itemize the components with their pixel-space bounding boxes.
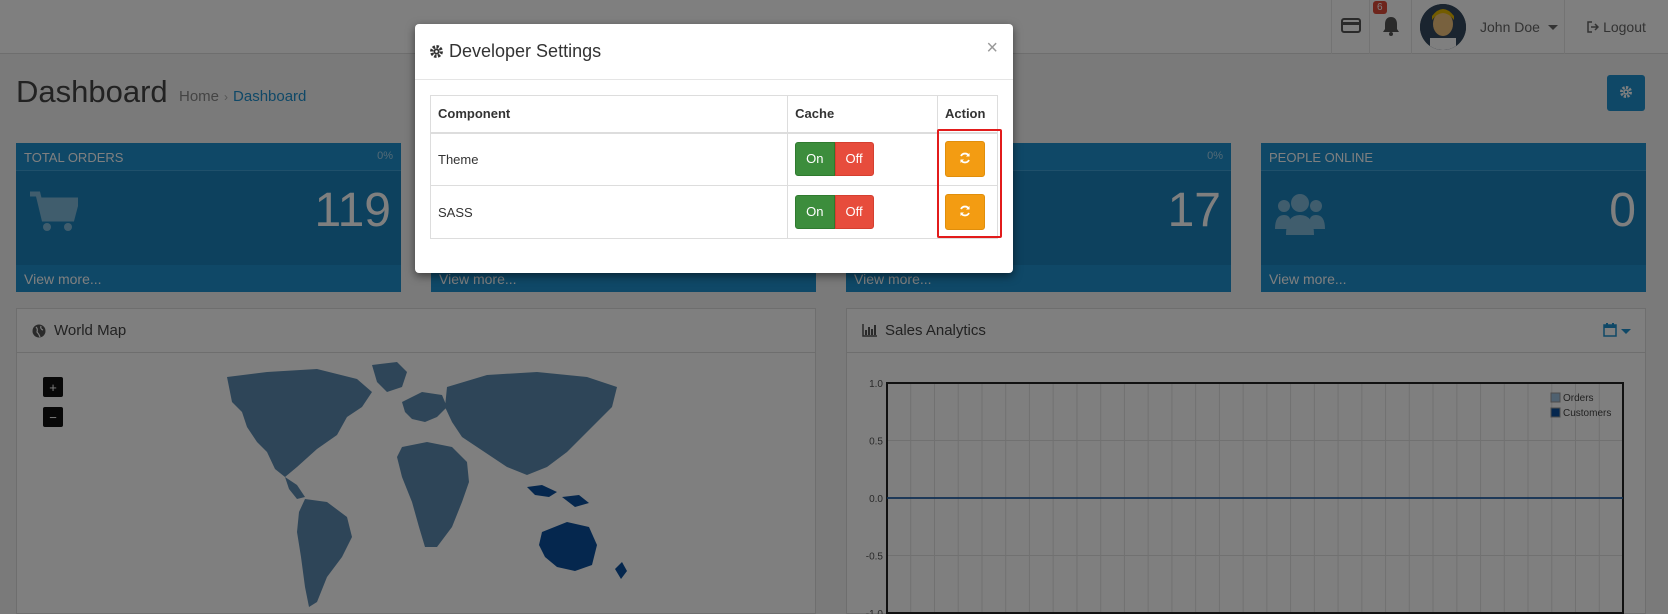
- cache-table: Component Cache Action Theme On Off SASS…: [429, 95, 998, 239]
- cache-toggle: On Off: [795, 195, 874, 229]
- component-name: SASS: [429, 185, 789, 239]
- component-name: Theme: [429, 132, 789, 186]
- cache-off-button[interactable]: Off: [834, 142, 874, 177]
- column-header-component: Component: [429, 95, 789, 134]
- table-row: Theme On Off: [429, 132, 998, 186]
- column-header-action: Action: [937, 95, 998, 134]
- action-highlight-box: [937, 129, 1002, 238]
- modal-title: Developer Settings: [449, 41, 602, 61]
- cache-off-button[interactable]: Off: [834, 195, 874, 229]
- column-header-cache: Cache: [787, 95, 938, 134]
- cache-on-button[interactable]: On: [795, 142, 835, 177]
- cache-on-button[interactable]: On: [795, 195, 835, 229]
- table-row: SASS On Off: [429, 185, 998, 239]
- developer-settings-modal: Developer Settings × Component Cache Act…: [415, 24, 1013, 273]
- cache-toggle: On Off: [795, 142, 874, 177]
- close-button[interactable]: ×: [986, 38, 998, 58]
- cog-icon: [429, 44, 444, 59]
